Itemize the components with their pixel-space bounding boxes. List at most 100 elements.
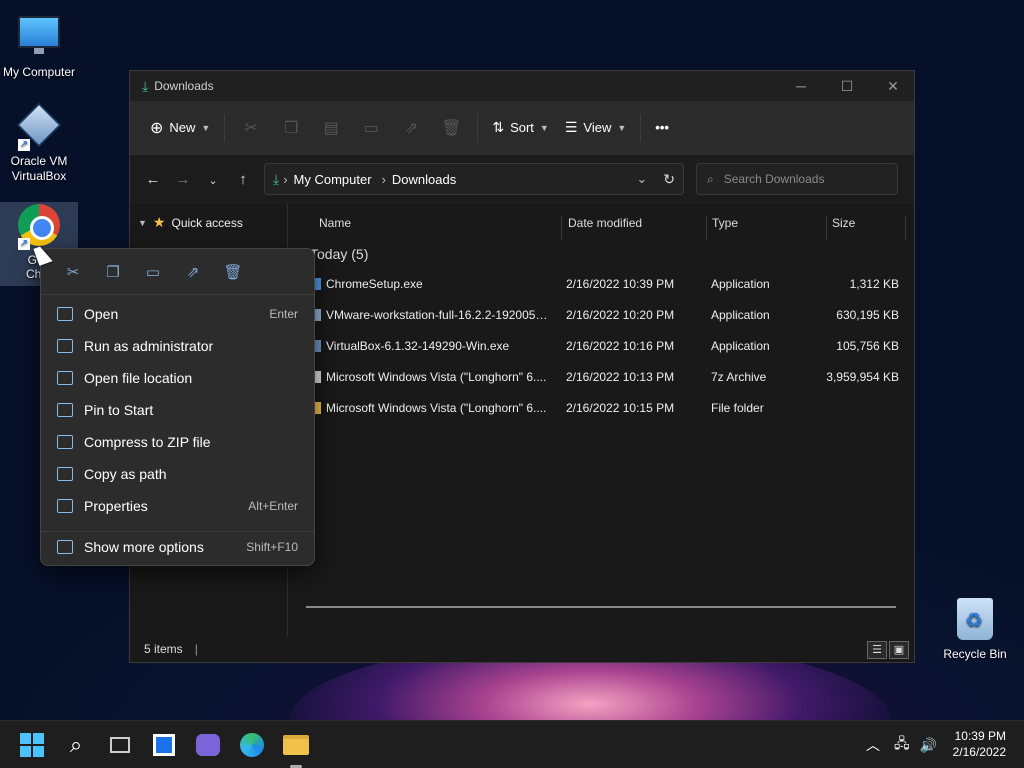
copy-icon[interactable]: ❐ xyxy=(93,263,133,281)
share-button[interactable]: ⇗ xyxy=(391,112,431,144)
search-taskbar-button[interactable]: ⌕ xyxy=(60,729,92,761)
file-name: ChromeSetup.exe xyxy=(326,276,423,291)
folder-icon xyxy=(283,735,309,755)
details-view-button[interactable]: ☰ xyxy=(867,641,887,659)
scissors-icon: ✂ xyxy=(244,119,259,137)
edge-button[interactable] xyxy=(236,729,268,761)
file-name: VMware-workstation-full-16.2.2-1920050..… xyxy=(326,307,551,322)
rename-button[interactable]: ▭ xyxy=(351,112,391,144)
breadcrumb-chevron-icon: › xyxy=(381,171,386,187)
minimize-button[interactable]: ─ xyxy=(778,71,824,101)
breadcrumb-my-computer[interactable]: My Computer xyxy=(294,172,372,187)
refresh-icon[interactable]: ↻ xyxy=(663,171,675,188)
arrow-up-icon: ↑ xyxy=(239,170,247,188)
horizontal-scrollbar[interactable] xyxy=(306,606,896,608)
view-button[interactable]: ☰ View ▼ xyxy=(557,112,634,144)
context-menu-item-pin-to-start[interactable]: Pin to Start xyxy=(45,395,310,425)
search-box[interactable]: ⌕ xyxy=(696,163,898,195)
file-type: Application xyxy=(711,276,770,291)
column-separator[interactable] xyxy=(905,216,906,240)
chat-button[interactable] xyxy=(192,729,224,761)
context-menu-item-show-more-options[interactable]: Show more options Shift+F10 xyxy=(45,532,310,562)
show-hidden-icons-chevron-icon[interactable]: ︿ xyxy=(866,735,880,755)
desktop-icon-recycle-bin[interactable]: Recycle Bin xyxy=(936,598,1014,661)
chevron-down-icon: ▼ xyxy=(201,122,211,133)
edge-icon xyxy=(240,733,264,757)
clock[interactable]: 10:39 PM 2/16/2022 xyxy=(953,728,1006,760)
file-explorer-taskbar-button[interactable] xyxy=(280,729,312,761)
address-bar[interactable]: ⤓ › My Computer › Downloads ⌄ ↻ xyxy=(264,163,684,195)
task-view-icon xyxy=(110,737,130,753)
details-view-icon: ☰ xyxy=(872,644,882,656)
maximize-button[interactable]: ☐ xyxy=(824,71,870,101)
paste-button[interactable]: ▤ xyxy=(311,112,351,144)
file-size: 105,756 KB xyxy=(836,338,899,353)
widgets-button[interactable] xyxy=(148,729,180,761)
column-header-name[interactable]: Name xyxy=(319,216,351,230)
pin-icon xyxy=(57,403,73,417)
file-row[interactable]: Microsoft Windows Vista ("Longhorn" 6...… xyxy=(288,361,914,392)
sort-button[interactable]: ⇅ Sort ▼ xyxy=(484,112,557,144)
see-more-button[interactable]: ••• xyxy=(647,112,677,144)
chevron-down-icon: ▼ xyxy=(617,122,627,133)
file-row[interactable]: ChromeSetup.exe 2/16/2022 10:39 PM Applica… xyxy=(288,268,914,299)
file-name-cell: Microsoft Windows Vista ("Longhorn" 6...… xyxy=(311,401,551,415)
desktop-icon-my-computer[interactable]: My Computer xyxy=(0,8,78,79)
cut-icon[interactable]: ✂ xyxy=(53,263,93,281)
column-separator[interactable] xyxy=(706,216,707,240)
start-button[interactable] xyxy=(16,729,48,761)
volume-icon[interactable]: 🔊 xyxy=(920,737,937,754)
download-arrow-icon: ⤓ xyxy=(273,170,280,187)
context-menu-item-open[interactable]: Open Enter xyxy=(45,299,310,329)
tiles-view-button[interactable]: ▣ xyxy=(889,641,909,659)
share-icon[interactable]: ⇗ xyxy=(173,263,213,281)
up-button[interactable]: ↑ xyxy=(228,171,258,188)
search-input[interactable] xyxy=(723,172,874,186)
column-header-date[interactable]: Date modified xyxy=(568,216,642,230)
search-icon: ⌕ xyxy=(69,732,83,757)
address-dropdown-icon[interactable]: ⌄ xyxy=(636,171,647,187)
context-menu-item-label: Copy as path xyxy=(84,466,167,482)
context-menu-item-compress-to-zip-file[interactable]: Compress to ZIP file xyxy=(45,427,310,457)
file-type: File folder xyxy=(711,400,764,415)
file-row[interactable]: VirtualBox-6.1.32-149290-Win.exe 2/16/202… xyxy=(288,330,914,361)
column-separator[interactable] xyxy=(561,216,562,240)
file-name-cell: Microsoft Windows Vista ("Longhorn" 6...… xyxy=(311,370,551,384)
cut-button[interactable]: ✂ xyxy=(231,112,271,144)
back-button[interactable]: ← xyxy=(138,171,168,188)
close-button[interactable]: ✕ xyxy=(870,71,916,101)
rename-icon[interactable]: ▭ xyxy=(133,263,173,281)
nav-item-quick-access[interactable]: ▼ ★ Quick access xyxy=(130,214,287,231)
delete-button[interactable]: 🗑 xyxy=(431,112,471,144)
network-icon[interactable]: 🖧 xyxy=(894,733,910,757)
recent-locations-button[interactable]: ⌄ xyxy=(198,171,228,188)
file-date: 2/16/2022 10:20 PM xyxy=(566,307,675,322)
forward-button[interactable]: → xyxy=(168,171,198,188)
column-separator[interactable] xyxy=(826,216,827,240)
file-row[interactable]: VMware-workstation-full-16.2.2-1920050..… xyxy=(288,299,914,330)
context-menu-item-run-as-administrator[interactable]: Run as administrator xyxy=(45,331,310,361)
delete-icon[interactable]: 🗑 xyxy=(213,263,253,281)
rename-icon: ▭ xyxy=(363,119,379,137)
recycle-bin-icon xyxy=(952,598,998,644)
taskbar: ⌕ ︿ 🖧 🔊 10:39 PM 2/16/2022 xyxy=(0,720,1024,768)
file-row[interactable]: Microsoft Windows Vista ("Longhorn" 6...… xyxy=(288,392,914,423)
context-menu-item-open-file-location[interactable]: Open file location xyxy=(45,363,310,393)
status-divider: | xyxy=(194,642,198,656)
file-name-cell: ChromeSetup.exe xyxy=(311,277,551,291)
task-view-button[interactable] xyxy=(104,729,136,761)
file-size: 1,312 KB xyxy=(849,276,899,291)
desktop-icon-virtualbox[interactable]: ↗ Oracle VM VirtualBox xyxy=(0,102,78,184)
new-button[interactable]: ⊕ New ▼ xyxy=(142,112,218,144)
copy-button[interactable]: ❐ xyxy=(271,112,311,144)
context-menu-shortcut: Enter xyxy=(269,307,298,321)
column-header-size[interactable]: Size xyxy=(832,216,855,230)
group-header[interactable]: Today (5) xyxy=(310,246,368,262)
toolbar-separator xyxy=(640,113,642,142)
breadcrumb-downloads[interactable]: Downloads xyxy=(392,172,456,187)
context-menu-item-copy-as-path[interactable]: Copy as path xyxy=(45,459,310,489)
file-date: 2/16/2022 10:16 PM xyxy=(566,338,675,353)
chevron-down-icon: ▼ xyxy=(539,122,549,133)
context-menu-item-properties[interactable]: Properties Alt+Enter xyxy=(45,491,310,521)
column-header-type[interactable]: Type xyxy=(712,216,738,230)
